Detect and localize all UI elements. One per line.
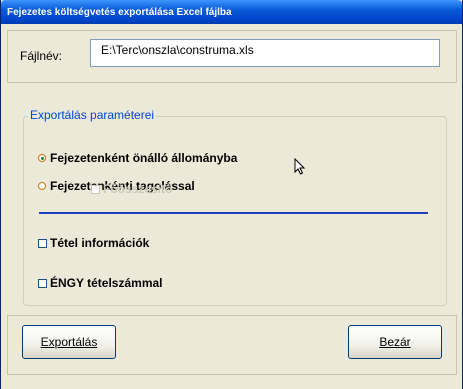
- checkbox-icon: [91, 184, 100, 194]
- checkbox-engy[interactable]: ÉNGY tételszámmal: [38, 276, 163, 290]
- radio-own-file-label: Fejezetenként önálló állományba: [50, 151, 238, 165]
- radio-unselected-icon: [38, 182, 46, 190]
- separator-line: [39, 212, 428, 214]
- export-dialog: Fejezetes költségvetés exportálása Excel…: [0, 0, 463, 389]
- file-name-input[interactable]: [90, 39, 440, 67]
- close-button[interactable]: Bezár: [348, 325, 442, 359]
- file-name-label: Fájlnév:: [20, 49, 63, 63]
- checkbox-engy-label: ÉNGY tételszámmal: [50, 276, 163, 290]
- file-panel: Fájlnév:: [7, 30, 457, 83]
- checkbox-summary-label: Főösszesítő: [103, 182, 173, 196]
- export-parameters-legend: Exportálás paraméterei: [28, 108, 157, 122]
- checkbox-item-info[interactable]: Tétel információk: [38, 236, 149, 250]
- radio-own-file[interactable]: Fejezetenként önálló állományba: [38, 151, 237, 165]
- close-button-label: Bezár: [379, 335, 411, 349]
- checkbox-icon: [38, 238, 47, 248]
- checkbox-item-info-label: Tétel információk: [50, 236, 150, 250]
- export-button[interactable]: Exportálás: [22, 325, 116, 359]
- title-bar: Fejezetes költségvetés exportálása Excel…: [1, 0, 462, 24]
- mouse-pointer-icon: [294, 158, 306, 175]
- checkbox-icon: [38, 278, 47, 288]
- checkbox-summary[interactable]: Főösszesítő: [91, 182, 172, 196]
- export-button-label: Exportálás: [40, 335, 98, 349]
- radio-selected-icon: [38, 154, 46, 162]
- window-title: Fejezetes költségvetés exportálása Excel…: [7, 6, 232, 18]
